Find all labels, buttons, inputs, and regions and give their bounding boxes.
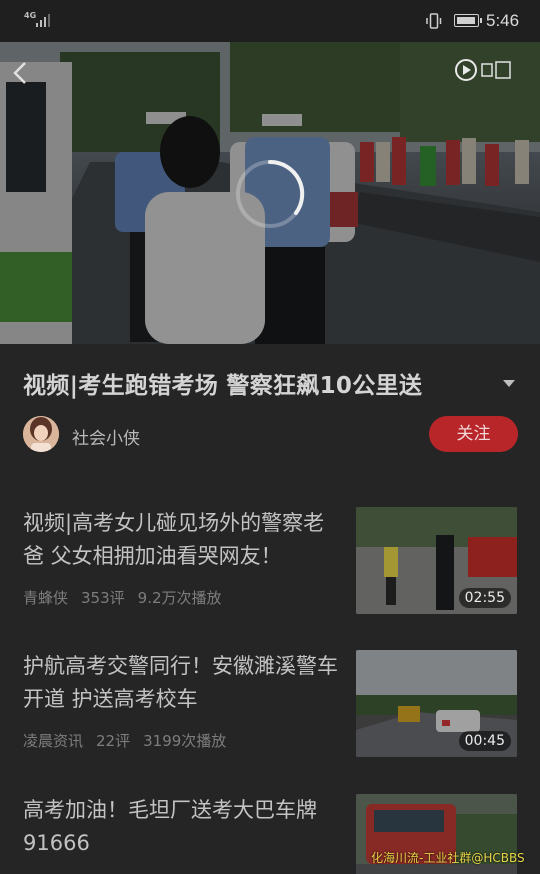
loading-spinner-icon — [236, 159, 305, 228]
battery-icon — [454, 14, 482, 27]
status-time: 5:46 — [486, 11, 520, 30]
video-title: 视频|考生跑错考场 警察狂飙10公里送 — [23, 373, 423, 399]
related-video-comments: 22评 — [96, 732, 131, 750]
related-video-title: 护航高考交警同行！安徽濉溪警车开道 护送高考校车 — [23, 654, 338, 711]
related-video-plays: 9.2万次播放 — [137, 589, 222, 607]
related-video-thumbnail[interactable]: 02:55 — [356, 507, 517, 614]
related-video-item[interactable]: 护航高考交警同行！安徽濉溪警车开道 护送高考校车 凌晨资讯 22评 3199次播放 … — [0, 650, 540, 762]
related-video-item[interactable]: 视频|高考女儿碰见场外的警察老爸 父女相拥加油看哭网友！ 青蜂侠 353评 9.2万… — [0, 507, 540, 619]
signal-icon — [36, 13, 50, 27]
related-video-title: 视频|高考女儿碰见场外的警察老爸 父女相拥加油看哭网友！ — [23, 511, 325, 568]
related-video-title: 高考加油！毛坦厂送考大巴车牌91666 — [23, 798, 317, 855]
video-player[interactable] — [0, 42, 540, 344]
related-video-comments: 353评 — [81, 589, 125, 607]
expand-chevron-icon[interactable] — [503, 380, 515, 387]
related-video-meta: 青蜂侠 353评 9.2万次播放 — [23, 587, 235, 608]
follow-button[interactable]: 关注 — [429, 416, 518, 452]
network-type: 4G — [24, 11, 37, 20]
author-avatar[interactable] — [23, 416, 59, 452]
related-video-thumbnail[interactable]: 00:45 — [356, 650, 517, 757]
page-watermark-text: 化海川流-工业社群@HCBBS — [371, 851, 525, 865]
related-video-source: 凌晨资讯 — [23, 732, 84, 750]
author-row: 社会小侠 关注 — [0, 410, 540, 460]
video-title-row[interactable]: 视频|考生跑错考场 警察狂飙10公里送 — [0, 344, 540, 420]
author-name[interactable]: 社会小侠 — [72, 424, 140, 449]
related-video-plays: 3199次播放 — [143, 732, 227, 750]
video-duration-badge: 02:55 — [458, 588, 511, 608]
video-duration-badge: 00:45 — [458, 731, 511, 751]
status-bar: 4G 5:46 — [0, 0, 540, 42]
watermark-logo-icon — [455, 59, 511, 81]
related-video-source: 青蜂侠 — [23, 589, 69, 607]
back-arrow-icon[interactable] — [10, 60, 32, 86]
vibrate-icon — [426, 13, 442, 29]
related-video-meta: 凌晨资讯 22评 3199次播放 — [23, 730, 239, 751]
